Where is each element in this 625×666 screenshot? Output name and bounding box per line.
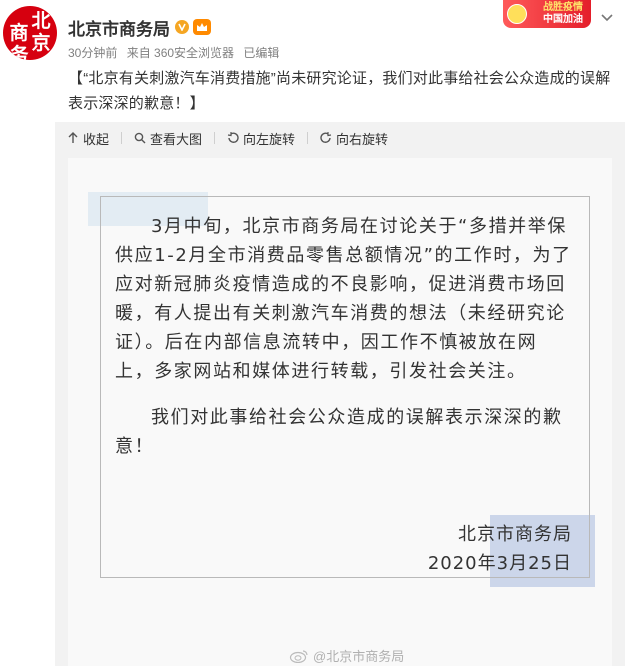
avatar-char: 北	[31, 10, 51, 32]
rotate-left-icon	[227, 132, 239, 143]
emblem-icon	[507, 4, 527, 24]
avatar[interactable]: 北 京 商 务	[3, 6, 57, 60]
badge-line1: 战胜疫情	[543, 2, 583, 13]
username-link[interactable]: 北京市商务局	[68, 15, 170, 40]
avatar-char: 商	[9, 22, 29, 44]
weibo-logo-icon	[289, 649, 308, 663]
notice-date: 2020年3月25日	[427, 553, 572, 574]
verified-v-icon	[175, 20, 189, 34]
rotate-right-button[interactable]: 向右旋转	[320, 129, 388, 148]
notice-signature: 北京市商务局	[458, 524, 572, 545]
campaign-badge[interactable]: 战胜疫情 中国加油	[503, 0, 591, 28]
divider	[307, 132, 309, 144]
image-viewer[interactable]: 3月中旬，北京市商务局在讨论关于“多措并举保供应1-2月全市消费品零售总额情况”…	[55, 154, 625, 666]
rotate-left-button[interactable]: 向左旋转	[227, 129, 295, 148]
notice-paragraph-1: 3月中旬，北京市商务局在讨论关于“多措并举保供应1-2月全市消费品零售总额情况”…	[115, 216, 572, 382]
collapse-button[interactable]: 收起	[67, 129, 109, 148]
post-meta: 30分钟前 来自 360安全浏览器 已编辑	[68, 44, 285, 61]
avatar-char: 务	[9, 44, 29, 60]
collapse-label: 收起	[83, 131, 110, 147]
post-source[interactable]: 来自 360安全浏览器	[127, 46, 234, 60]
divider	[214, 132, 216, 144]
magnifier-icon	[134, 132, 146, 144]
image-toolbar: 收起 查看大图 向左旋转 向右旋转	[55, 122, 625, 154]
view-large-label: 查看大图	[150, 131, 203, 147]
name-row: 北京市商务局	[68, 15, 211, 39]
rotate-right-label: 向右旋转	[336, 131, 389, 147]
vip-crown-icon[interactable]	[193, 19, 211, 35]
view-large-button[interactable]: 查看大图	[134, 129, 202, 148]
post-header: 北 京 商 务 北京市商务局 30分钟前 来自 360安全浏览器 已编辑 战胜疫…	[0, 0, 625, 122]
edited-label[interactable]: 已编辑	[243, 46, 279, 60]
watermark-text: @北京市商务局	[313, 649, 405, 664]
badge-line2: 中国加油	[543, 14, 583, 25]
rotate-left-label: 向左旋转	[243, 131, 296, 147]
notice-paragraph-2: 我们对此事给社会公众造成的误解表示深深的歉意！	[115, 407, 563, 457]
post-time[interactable]: 30分钟前	[68, 46, 117, 60]
notice-image[interactable]: 3月中旬，北京市商务局在讨论关于“多措并举保供应1-2月全市消费品零售总额情况”…	[68, 158, 612, 666]
post-text: 【“北京有关刺激汽车消费措施”尚未研究论证，我们对此事给社会公众造成的误解表示深…	[68, 70, 611, 112]
arrow-up-icon	[68, 132, 78, 143]
divider	[121, 132, 123, 144]
avatar-char: 京	[31, 32, 51, 54]
chevron-down-icon[interactable]	[598, 8, 616, 26]
rotate-right-icon	[320, 132, 332, 143]
watermark: @北京市商务局	[289, 646, 404, 665]
